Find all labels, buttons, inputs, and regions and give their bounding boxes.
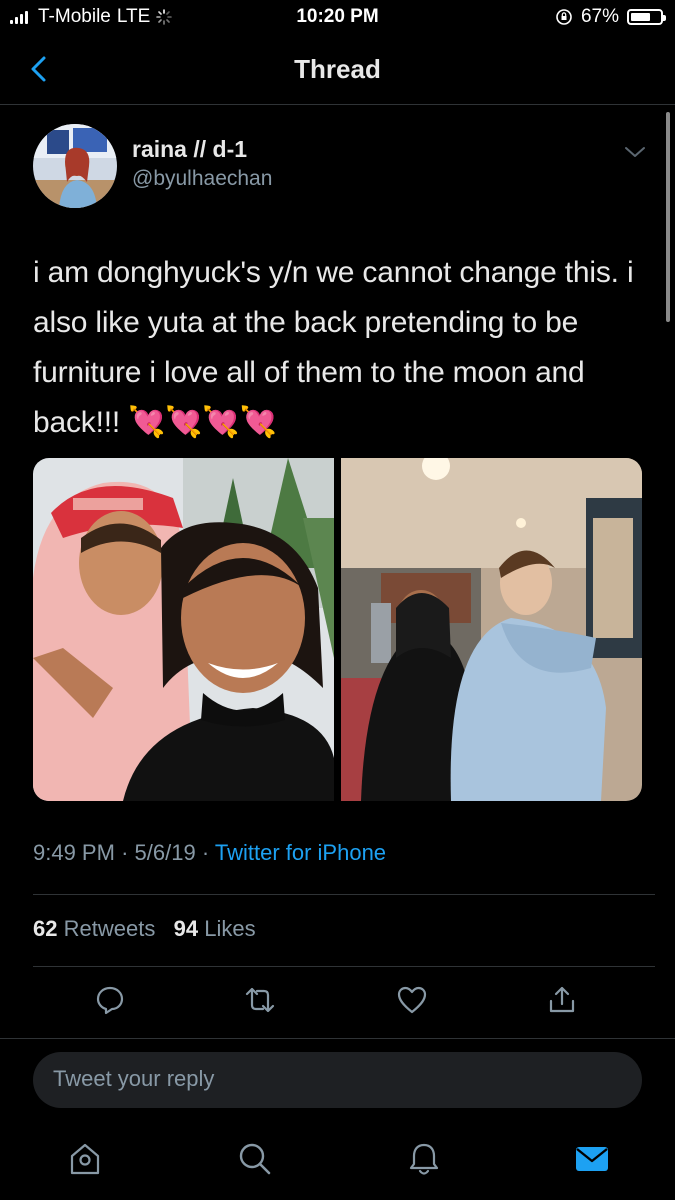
retweets-stat[interactable]: 62 Retweets [33,916,155,941]
retweets-count: 62 [33,916,58,941]
tab-bar [0,1126,675,1200]
likes-label: Likes [204,916,256,941]
battery-percent: 67% [580,6,619,27]
divider [33,894,655,895]
reply-icon[interactable] [94,984,126,1016]
retweets-label: Retweets [63,916,156,941]
status-right: 67% [555,6,666,28]
tweet-photo-1[interactable] [33,458,334,801]
status-bar: T-Mobile LTE 10:20 PM 67% [0,0,675,36]
home-icon[interactable] [66,1140,104,1178]
tweet-date: 5/6/19 [134,840,196,865]
tweet-meta: 9:49 PM · 5/6/19 · Twitter for iPhone [33,840,386,866]
scroll-indicator [666,112,670,322]
reply-placeholder: Tweet your reply [53,1066,215,1091]
tweet-media[interactable] [33,458,642,801]
battery-fill [631,13,650,21]
tweet-stats: 62 Retweets 94 Likes [33,916,256,942]
search-icon[interactable] [236,1140,274,1178]
author-name[interactable]: raina // d-1 [132,136,247,163]
divider [33,966,655,967]
author-handle[interactable]: @byulhaechan [132,167,272,191]
photo-group [341,458,642,801]
messages-icon[interactable] [573,1140,611,1178]
share-icon[interactable] [546,984,578,1016]
page-title: Thread [294,54,381,84]
tweet-source-link[interactable]: Twitter for iPhone [215,840,386,865]
divider [0,1038,675,1039]
nav-bar: Thread [0,36,675,105]
retweet-icon[interactable] [244,984,276,1016]
avatar[interactable] [33,124,117,208]
meta-separator: · [201,840,210,865]
tweet-text: i am donghyuck's y/n we cannot change th… [33,256,634,439]
photo-selfie [33,458,334,801]
chevron-down-icon[interactable] [622,142,648,162]
like-icon[interactable] [396,984,428,1016]
likes-count: 94 [173,916,199,941]
tweet-time: 9:49 PM [33,840,115,865]
avatar-image [33,124,117,208]
reply-input[interactable]: Tweet your reply [33,1052,642,1108]
orientation-lock-icon [556,9,572,25]
notifications-icon[interactable] [405,1140,443,1178]
battery-icon [627,9,666,25]
likes-stat[interactable]: 94 Likes [174,916,256,941]
tweet-photo-2[interactable] [341,458,642,801]
tweet-actions [0,984,675,1020]
meta-separator: · [121,840,129,865]
